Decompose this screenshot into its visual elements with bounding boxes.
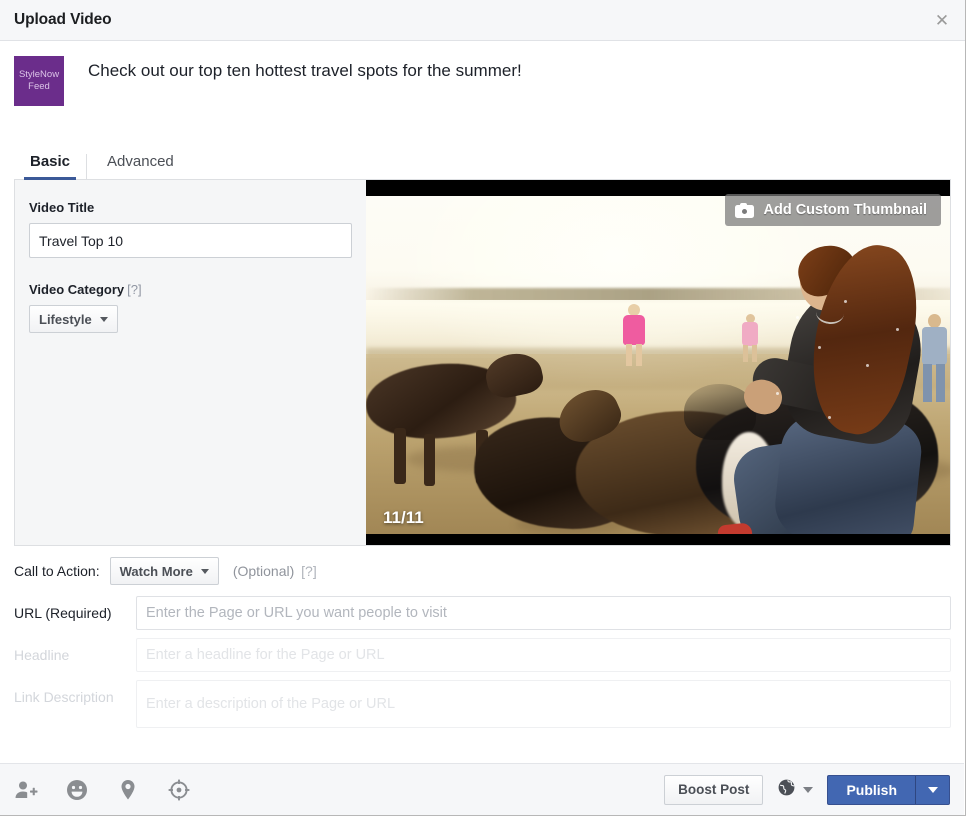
publish-button[interactable]: Publish [827,774,916,805]
video-category-label: Video Category [?] [29,282,350,297]
link-description-label: Link Description [14,689,114,705]
close-icon[interactable]: ✕ [931,9,953,31]
url-label: URL (Required) [14,605,112,621]
chevron-down-icon [200,568,209,574]
footer-actions: Boost Post Publish [664,774,950,805]
chevron-down-icon [99,316,108,322]
chevron-down-icon [803,786,814,793]
link-description-input[interactable] [136,680,951,728]
emoji-icon[interactable] [65,778,89,802]
video-title-input[interactable] [29,223,352,258]
basic-tab-panel: Video Title Video Category[?] Lifestyle [14,180,951,546]
add-custom-thumbnail-button[interactable]: Add Custom Thumbnail [725,194,941,226]
avatar: StyleNow Feed [14,56,64,106]
call-to-action-help-icon[interactable]: [?] [301,563,317,579]
figure-girl [621,304,647,366]
tag-people-icon[interactable] [14,778,38,802]
video-thumbnail-image [366,196,950,534]
boost-post-button[interactable]: Boost Post [664,774,764,805]
chevron-down-icon [927,786,938,793]
figure-person-far [741,314,759,362]
url-field-row: URL (Required) [14,596,951,630]
location-pin-icon[interactable] [116,778,140,802]
video-title-label: Video Title [29,200,95,215]
tab-strip: Basic Advanced [14,139,951,180]
publish-dropdown-button[interactable] [916,774,950,805]
upload-video-dialog: Upload Video ✕ StyleNow Feed Check out o… [0,0,966,816]
video-form-column: Video Title Video Category[?] Lifestyle [15,180,366,545]
video-category-value: Lifestyle [39,311,92,327]
publish-split-button: Publish [827,774,950,805]
headline-input[interactable] [136,638,951,672]
status-message-text[interactable]: Check out our top ten hottest travel spo… [88,60,522,82]
call-to-action-section: Call to Action: Watch More (Optional) [?… [0,546,965,728]
tab-basic-label: Basic [30,153,71,170]
dialog-title: Upload Video [14,11,112,28]
avatar-line-2: Feed [28,81,50,92]
tab-advanced[interactable]: Advanced [86,154,190,179]
targeting-icon[interactable] [167,778,191,802]
link-description-field-row: Link Description [14,680,951,728]
call-to-action-value: Watch More [119,563,193,579]
composer-row: StyleNow Feed Check out our top ten hott… [0,41,965,139]
dialog-header: Upload Video ✕ [0,0,965,41]
video-category-label-text: Video Category [29,282,125,297]
globe-icon [777,778,796,802]
call-to-action-label: Call to Action: [14,563,100,579]
call-to-action-dropdown[interactable]: Watch More [109,557,219,585]
video-category-help-icon[interactable]: [?] [127,282,141,297]
headline-field-row: Headline [14,638,951,672]
video-thumbnail-frame[interactable]: Add Custom Thumbnail 11/11 [366,180,950,545]
camera-icon [735,202,755,218]
letterbox-bottom [366,534,950,545]
avatar-line-1: StyleNow [18,69,60,80]
frame-counter: 11/11 [383,508,424,527]
tab-basic[interactable]: Basic [14,153,86,180]
figure-woman [717,236,950,534]
composer-tools [14,778,191,802]
call-to-action-optional-note: (Optional) [?] [233,563,317,579]
add-custom-thumbnail-label: Add Custom Thumbnail [763,202,927,218]
tab-advanced-label: Advanced [107,153,174,170]
call-to-action-row: Call to Action: Watch More (Optional) [?… [14,546,951,596]
video-preview-column: Add Custom Thumbnail 11/11 [366,180,950,545]
dialog-footer: Boost Post Publish [0,763,964,815]
url-input[interactable] [136,596,951,630]
headline-label: Headline [14,647,70,663]
video-category-dropdown[interactable]: Lifestyle [29,305,118,333]
audience-selector[interactable] [777,778,814,802]
optional-text: (Optional) [232,563,295,579]
